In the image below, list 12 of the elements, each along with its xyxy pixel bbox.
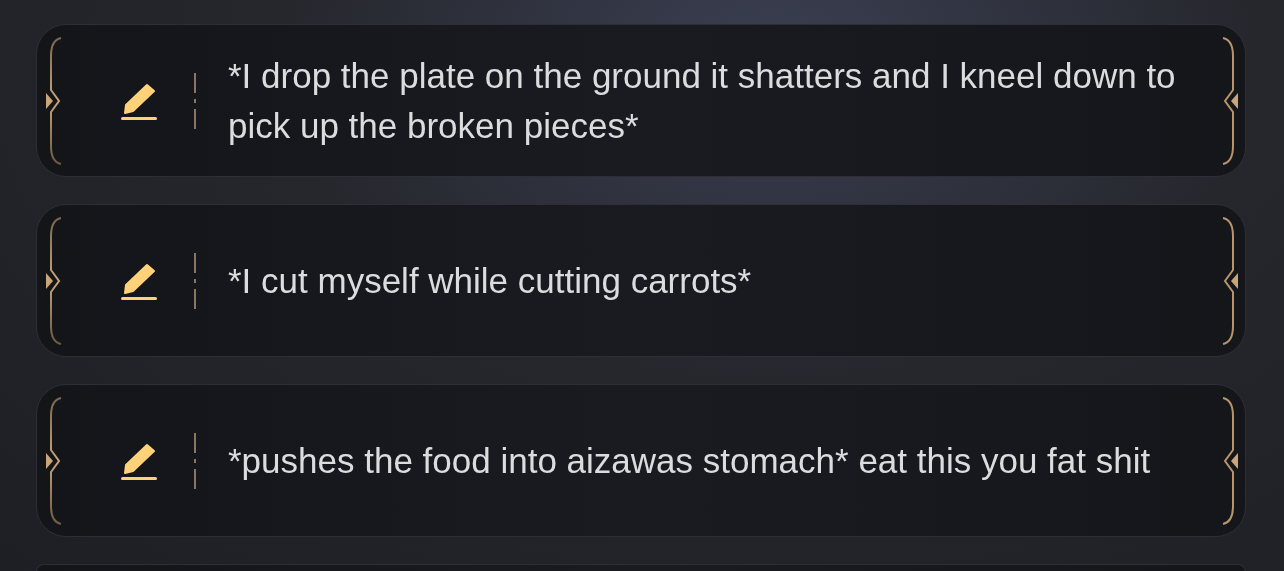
divider-ornament bbox=[193, 72, 197, 129]
suggestion-card[interactable]: *I cut myself while cutting carrots* bbox=[36, 204, 1246, 357]
suggestion-text: *I drop the plate on the ground it shatters and I kneel down to pick up the broken pieces* bbox=[228, 54, 1177, 147]
suggestion-text: *I cut myself while cutting carrots* bbox=[228, 259, 753, 302]
divider-ornament bbox=[193, 252, 197, 309]
suggestion-text: *pushes the food into aizawas stomach* eat this you fat shit bbox=[228, 439, 1152, 482]
edit-icon[interactable] bbox=[121, 441, 159, 480]
suggestion-card[interactable]: *pushes the food into aizawas stomach* eat this you fat shit bbox=[36, 384, 1246, 537]
divider-ornament bbox=[193, 432, 197, 489]
suggestion-card[interactable]: *I drop the plate on the ground it shatters and I kneel down to pick up the broken pieces* bbox=[36, 24, 1246, 177]
edit-icon[interactable] bbox=[121, 261, 159, 300]
edit-icon[interactable] bbox=[121, 81, 159, 120]
